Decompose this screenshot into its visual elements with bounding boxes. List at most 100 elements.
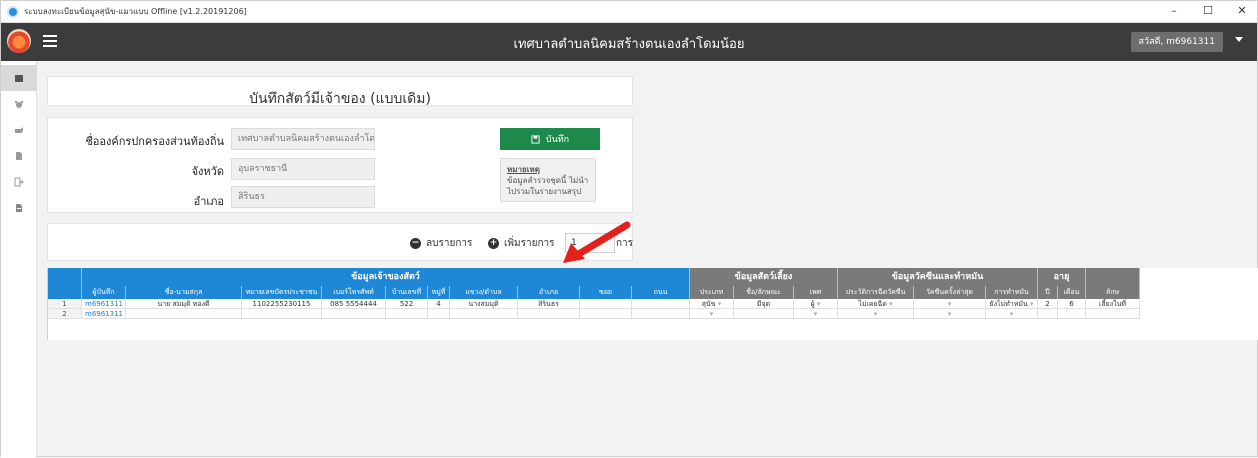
column-header-4[interactable]: เบอร์โทรศัพท์: [322, 286, 386, 299]
grid-group-0: [48, 268, 82, 286]
table-cell[interactable]: [450, 309, 518, 319]
column-header-11[interactable]: ประเภท: [690, 286, 734, 299]
table-cell[interactable]: [838, 309, 914, 319]
province-label: จังหวัด: [191, 165, 224, 178]
sidebar-item-documents[interactable]: [1, 143, 37, 169]
column-header-10[interactable]: ถนน: [632, 286, 690, 299]
dog-icon: [15, 127, 23, 133]
table-cell[interactable]: 6: [1058, 299, 1086, 309]
page-title-panel: บันทึกสัตว์มีเจ้าของ (แบบเดิม): [47, 76, 633, 107]
sidebar-item-signout[interactable]: [1, 169, 37, 195]
column-header-2[interactable]: ชื่อ-นามสกุล: [126, 286, 242, 299]
table-cell[interactable]: [428, 309, 450, 319]
table-row[interactable]: 1 m6961311 นาย สมมุติ ทองดี 1102255230115 08…: [48, 299, 1140, 309]
grid-group-5: [1086, 268, 1140, 286]
minus-circle-icon: −: [410, 238, 421, 249]
table-row[interactable]: 2 m6961311: [48, 309, 1140, 319]
table-cell[interactable]: [1038, 309, 1058, 319]
column-header-7[interactable]: แขวง/ตำบล: [450, 286, 518, 299]
column-header-5[interactable]: บ้านเลขที่: [386, 286, 428, 299]
table-cell[interactable]: [518, 309, 580, 319]
table-cell[interactable]: เลี้ยงในที่: [1086, 299, 1140, 309]
table-cell[interactable]: [580, 309, 632, 319]
column-header-0[interactable]: [48, 286, 82, 299]
table-cell[interactable]: 1102255230115: [242, 299, 322, 309]
sidebar-item-animals[interactable]: [1, 117, 37, 143]
add-row-button[interactable]: + เพิ่มรายการ: [488, 236, 555, 251]
table-cell[interactable]: สิรินธร: [518, 299, 580, 309]
org-field[interactable]: เทศบาลตำบลนิคมสร้างตนเองลำโดมน้อ: [231, 128, 375, 150]
close-button[interactable]: ✕: [1235, 3, 1249, 19]
table-cell[interactable]: m6961311: [82, 309, 126, 319]
table-cell: 1: [48, 299, 82, 309]
table-cell[interactable]: นาย สมมุติ ทองดี: [126, 299, 242, 309]
add-row-label: เพิ่มรายการ: [504, 238, 555, 249]
table-cell[interactable]: [126, 309, 242, 319]
sign-out-icon: [14, 177, 24, 187]
column-header-19[interactable]: ลักษ: [1086, 286, 1140, 299]
column-header-12[interactable]: ชื่อ/ลักษณะ: [734, 286, 794, 299]
sidebar-item-files[interactable]: [1, 195, 37, 221]
column-header-13[interactable]: เพศ: [794, 286, 838, 299]
table-cell[interactable]: 2: [1038, 299, 1058, 309]
table-cell[interactable]: ผู้: [794, 299, 838, 309]
header-title: เทศบาลตำบลนิคมสร้างตนเองลำโดมน้อย: [513, 37, 745, 52]
table-cell[interactable]: ยังไม่ทำหมัน: [986, 299, 1038, 309]
table-cell[interactable]: ไม่เคยฉีด: [838, 299, 914, 309]
column-header-18[interactable]: เดือน: [1058, 286, 1086, 299]
column-header-17[interactable]: ปี: [1038, 286, 1058, 299]
table-cell[interactable]: [914, 309, 986, 319]
table-cell[interactable]: [632, 299, 690, 309]
table-cell[interactable]: นางสมมุติ: [450, 299, 518, 309]
app-globe-icon: [7, 5, 19, 18]
column-header-14[interactable]: ประวัติการฉีดวัคซีน: [838, 286, 914, 299]
column-header-15[interactable]: วัคซีนครั้งล่าสุด: [914, 286, 986, 299]
maximize-button[interactable]: ☐: [1201, 3, 1215, 19]
minimize-button[interactable]: –: [1167, 3, 1181, 19]
table-cell[interactable]: 522: [386, 299, 428, 309]
data-grid: ข้อมูลเจ้าของสัตว์ ข้อมูลสัตว์เลี้ยง ข้อมู…: [47, 268, 1258, 340]
sidebar-item-home[interactable]: [1, 65, 37, 91]
save-button-label: บันทึก: [545, 134, 570, 144]
grid-group-header: ข้อมูลเจ้าของสัตว์ ข้อมูลสัตว์เลี้ยง ข้อมู…: [48, 268, 1140, 286]
column-header-9[interactable]: ซอย: [580, 286, 632, 299]
table-cell[interactable]: สุนัข: [690, 299, 734, 309]
floppy-disk-icon: [531, 134, 540, 144]
table-cell[interactable]: [734, 309, 794, 319]
table-cell[interactable]: 4: [428, 299, 450, 309]
org-label: ชื่อองค์กรปกครองส่วนท้องถิ่น: [85, 135, 224, 148]
column-header-3[interactable]: หมายเลขบัตรประชาชน: [242, 286, 322, 299]
table-cell[interactable]: [322, 309, 386, 319]
table-cell[interactable]: [914, 299, 986, 309]
column-header-6[interactable]: หมู่ที่: [428, 286, 450, 299]
table-cell[interactable]: m6961311: [82, 299, 126, 309]
table-cell[interactable]: [690, 309, 734, 319]
district-field[interactable]: สิรินธร: [231, 186, 375, 208]
column-header-16[interactable]: การทำหมัน: [986, 286, 1038, 299]
sidebar-item-pets[interactable]: [1, 91, 37, 117]
app-header: เทศบาลตำบลนิคมสร้างตนเองลำโดมน้อย สวัสดี…: [1, 23, 1257, 61]
table-cell[interactable]: มีจุด: [734, 299, 794, 309]
table-cell[interactable]: [986, 309, 1038, 319]
app-window: ระบบลงทะเบียนข้อมูลสุนัข-แมวแบบ Offline …: [0, 0, 1258, 458]
table-cell[interactable]: [242, 309, 322, 319]
save-button[interactable]: บันทึก: [500, 128, 600, 150]
table-cell[interactable]: [794, 309, 838, 319]
table-cell[interactable]: [1086, 309, 1140, 319]
note-text: ข้อมูลสำรวจชุดนี้ ไม่นำไปรวมในรายงานสรุป: [507, 176, 589, 196]
column-header-8[interactable]: อำเภอ: [518, 286, 580, 299]
table-cell[interactable]: [632, 309, 690, 319]
caret-down-icon[interactable]: [1235, 37, 1243, 42]
delete-row-button[interactable]: − ลบรายการ: [410, 236, 472, 251]
user-menu-button[interactable]: สวัสดี, m6961311: [1130, 32, 1223, 52]
table-cell[interactable]: [386, 309, 428, 319]
os-title-bar: ระบบลงทะเบียนข้อมูลสุนัข-แมวแบบ Offline …: [1, 1, 1257, 23]
table-cell[interactable]: [1058, 309, 1086, 319]
column-header-1[interactable]: ผู้บันทึก: [82, 286, 126, 299]
grid-group-2: ข้อมูลสัตว์เลี้ยง: [690, 268, 838, 286]
table-cell[interactable]: [580, 299, 632, 309]
plus-circle-icon: +: [488, 238, 499, 249]
province-field[interactable]: อุบลราชธานี: [231, 158, 375, 180]
table-cell[interactable]: 085 5554444: [322, 299, 386, 309]
red-arrow-annotation: [563, 221, 631, 263]
